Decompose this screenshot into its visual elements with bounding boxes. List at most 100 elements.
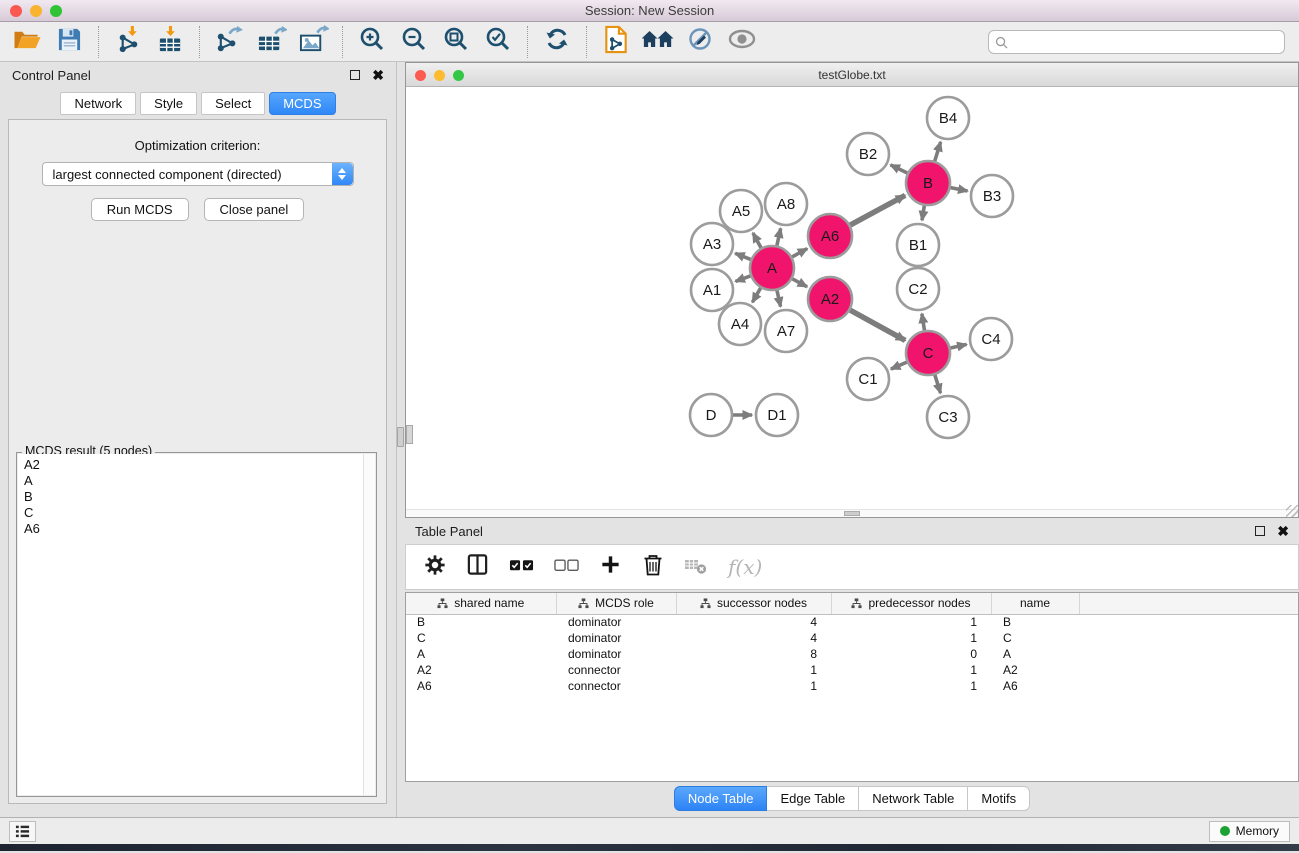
zoom-window-button[interactable] <box>50 5 62 17</box>
graph-edge-C-C1[interactable] <box>891 362 907 369</box>
column-header-predecessor-nodes[interactable]: predecessor nodes <box>831 593 991 614</box>
zoom-selected-button[interactable] <box>481 25 515 59</box>
table-cell[interactable]: A <box>406 646 556 662</box>
graph-node-C2[interactable]: C2 <box>897 268 939 310</box>
graph-node-C3[interactable]: C3 <box>927 396 969 438</box>
graph-edge-A6-B[interactable] <box>850 195 905 225</box>
graph-edge-C-C2[interactable] <box>922 314 925 331</box>
criterion-dropdown[interactable]: largest connected component (directed) <box>42 162 354 186</box>
apply-function-button[interactable]: f(x) <box>728 555 762 579</box>
table-row[interactable]: Bdominator41B <box>406 614 1298 630</box>
table-cell[interactable]: dominator <box>556 646 676 662</box>
table-cell[interactable]: 1 <box>831 662 991 678</box>
graph-node-A2[interactable]: A2 <box>808 277 852 321</box>
graph-edge-A-A5[interactable] <box>753 233 761 248</box>
search-input[interactable] <box>988 30 1285 54</box>
graph-edge-B-B3[interactable] <box>951 188 968 191</box>
table-cell[interactable]: A2 <box>406 662 556 678</box>
table-cell[interactable]: 1 <box>676 678 831 694</box>
graph-edge-A-A7[interactable] <box>777 290 781 306</box>
mcds-result-item[interactable]: C <box>24 505 369 521</box>
table-cell[interactable]: connector <box>556 662 676 678</box>
network-vscroll-thumb[interactable] <box>406 425 413 444</box>
table-cell[interactable]: dominator <box>556 614 676 630</box>
run-mcds-button[interactable]: Run MCDS <box>91 198 189 221</box>
create-column-button[interactable] <box>599 553 622 581</box>
graph-node-B4[interactable]: B4 <box>927 97 969 139</box>
graph-edge-A-A1[interactable] <box>735 276 750 281</box>
table-settings-button[interactable] <box>424 554 446 581</box>
network-hscroll-thumb[interactable] <box>844 511 860 516</box>
float-panel-icon[interactable] <box>1255 526 1265 536</box>
import-table-button[interactable] <box>153 25 187 59</box>
graph-edge-A-A3[interactable] <box>735 253 750 259</box>
table-row[interactable]: Adominator80A <box>406 646 1298 662</box>
table-cell[interactable]: 1 <box>831 614 991 630</box>
zoom-out-button[interactable] <box>397 25 431 59</box>
graph-edge-C-C4[interactable] <box>950 344 966 348</box>
table-cell[interactable]: C <box>406 630 556 646</box>
graph-node-B1[interactable]: B1 <box>897 224 939 266</box>
table-cell[interactable]: 1 <box>676 662 831 678</box>
float-panel-icon[interactable] <box>350 70 360 80</box>
minimize-window-button[interactable] <box>30 5 42 17</box>
table-row[interactable]: A6connector11A6 <box>406 678 1298 694</box>
graph-node-B[interactable]: B <box>906 161 950 205</box>
network-graph[interactable]: AA1A2A3A4A5A6A7A8BB1B2B3B4CC1C2C3C4DD1 <box>406 87 1298 517</box>
tab-motifs[interactable]: Motifs <box>968 786 1030 811</box>
network-zoom-button[interactable] <box>453 70 464 81</box>
zoom-fit-button[interactable] <box>439 25 473 59</box>
splitter-handle[interactable] <box>397 427 404 447</box>
graph-node-C4[interactable]: C4 <box>970 318 1012 360</box>
column-header-shared-name[interactable]: shared name <box>406 593 556 614</box>
close-panel-icon[interactable]: ✖ <box>1277 526 1289 536</box>
graph-edge-A-A2[interactable] <box>792 279 807 287</box>
graph-node-C1[interactable]: C1 <box>847 358 889 400</box>
column-header-successor-nodes[interactable]: successor nodes <box>676 593 831 614</box>
mcds-result-item[interactable]: A <box>24 473 369 489</box>
graph-node-A[interactable]: A <box>750 246 794 290</box>
mcds-result-item[interactable]: A2 <box>24 457 369 473</box>
mcds-result-item[interactable]: A6 <box>24 521 369 537</box>
show-column-panel-button[interactable] <box>466 553 489 581</box>
graph-node-A8[interactable]: A8 <box>765 183 807 225</box>
table-cell[interactable]: 4 <box>676 614 831 630</box>
export-network-button[interactable] <box>212 25 246 59</box>
graph-edge-A-A8[interactable] <box>777 228 781 245</box>
graph-edge-B-B4[interactable] <box>935 142 941 161</box>
graph-edge-B-B2[interactable] <box>891 165 908 173</box>
resize-grip-icon[interactable] <box>1286 505 1298 517</box>
close-panel-icon[interactable]: ✖ <box>372 70 384 80</box>
table-cell[interactable]: A6 <box>991 678 1079 694</box>
export-table-button[interactable] <box>254 25 288 59</box>
graph-node-D[interactable]: D <box>690 394 732 436</box>
table-cell[interactable]: B <box>406 614 556 630</box>
control-tab-mcds[interactable]: MCDS <box>269 92 335 115</box>
network-minimize-button[interactable] <box>434 70 445 81</box>
table-cell[interactable]: dominator <box>556 630 676 646</box>
table-cell[interactable]: B <box>991 614 1079 630</box>
control-tab-select[interactable]: Select <box>201 92 265 115</box>
graph-node-A7[interactable]: A7 <box>765 310 807 352</box>
table-row[interactable]: Cdominator41C <box>406 630 1298 646</box>
open-network-file-button[interactable] <box>599 25 633 59</box>
export-image-button[interactable] <box>296 25 330 59</box>
tab-node-table[interactable]: Node Table <box>674 786 768 811</box>
table-cell[interactable]: C <box>991 630 1079 646</box>
graph-node-A6[interactable]: A6 <box>808 214 852 258</box>
table-cell[interactable]: 1 <box>831 678 991 694</box>
tab-network-table[interactable]: Network Table <box>859 786 968 811</box>
table-cell[interactable]: A <box>991 646 1079 662</box>
tab-edge-table[interactable]: Edge Table <box>767 786 859 811</box>
memory-button[interactable]: Memory <box>1209 821 1290 842</box>
close-window-button[interactable] <box>10 5 22 17</box>
import-network-button[interactable] <box>111 25 145 59</box>
table-cell[interactable]: 1 <box>831 630 991 646</box>
graph-node-A4[interactable]: A4 <box>719 303 761 345</box>
network-view[interactable]: AA1A2A3A4A5A6A7A8BB1B2B3B4CC1C2C3C4DD1 <box>406 87 1298 517</box>
column-header-name[interactable]: name <box>991 593 1079 614</box>
graph-node-B3[interactable]: B3 <box>971 175 1013 217</box>
refresh-layout-button[interactable] <box>540 25 574 59</box>
network-hscroll[interactable] <box>406 509 1298 517</box>
table-cell[interactable]: connector <box>556 678 676 694</box>
